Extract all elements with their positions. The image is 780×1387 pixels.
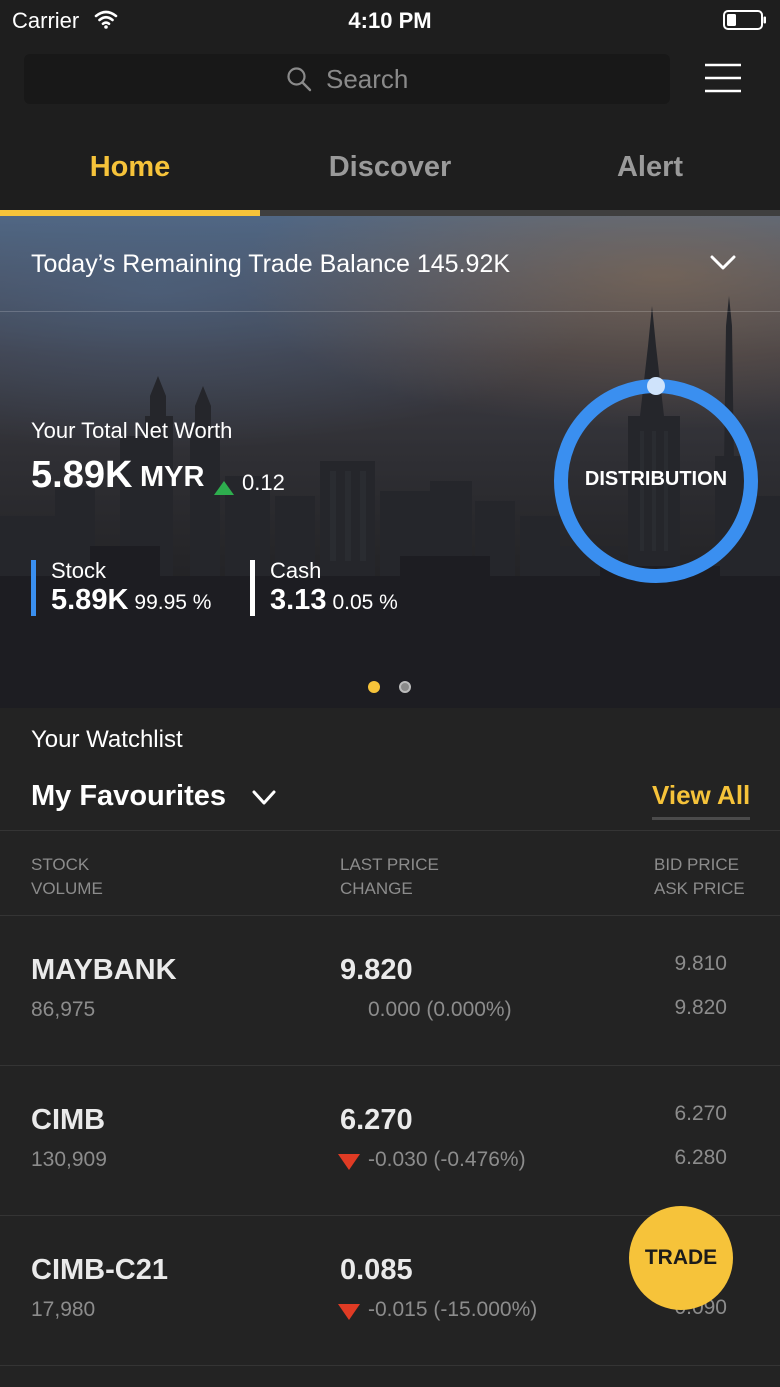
last-price: 9.820 [340, 954, 413, 986]
watchlist-table-header: STOCK VOLUME LAST PRICE CHANGE BID PRICE… [0, 830, 780, 916]
table-row[interactable]: CIMB 130,909 6.270 -0.030 (-0.476%) 6.27… [0, 1066, 780, 1216]
down-arrow-icon [338, 1304, 360, 1320]
allocation-value: 5.89K [51, 584, 129, 616]
app-header: Search Home Discover Alert [0, 40, 780, 216]
tab-home[interactable]: Home [0, 130, 260, 206]
trade-balance-row[interactable]: Today’s Remaining Trade Balance 145.92K [0, 216, 780, 312]
stock-volume: 17,980 [31, 1298, 96, 1321]
net-worth-change: 0.12 [242, 470, 285, 495]
portfolio-summary-card[interactable]: Today’s Remaining Trade Balance 145.92K … [0, 216, 780, 708]
battery-icon [723, 10, 766, 30]
table-row[interactable]: MAYBANK 86,975 9.820 0.000 (0.000%) 9.81… [0, 916, 780, 1066]
net-worth-label: Your Total Net Worth [31, 418, 233, 443]
allocation-value: 3.13 [270, 584, 327, 616]
cash-allocation: Cash 3.13 0.05 % [250, 558, 398, 616]
chevron-down-icon[interactable] [710, 254, 736, 272]
page-dot[interactable] [399, 681, 411, 693]
down-arrow-icon [338, 1154, 360, 1170]
stock-volume: 86,975 [31, 998, 96, 1021]
status-bar: Carrier 4:10 PM [0, 0, 780, 40]
watchlist-selector[interactable]: My Favourites [31, 780, 226, 813]
status-time: 4:10 PM [348, 8, 432, 33]
main-tabs: Home Discover Alert [0, 130, 780, 216]
last-price: 0.085 [340, 1254, 413, 1286]
page-dot-active[interactable] [368, 681, 380, 693]
search-icon [287, 67, 312, 92]
search-input[interactable]: Search [24, 54, 670, 104]
stock-symbol: CIMB-C21 [31, 1254, 168, 1286]
header-line: CHANGE [340, 879, 413, 898]
price-change: -0.030 (-0.476%) [368, 1148, 526, 1171]
tab-discover[interactable]: Discover [260, 130, 520, 206]
header-line: ASK PRICE [654, 879, 745, 898]
allocation-percent: 0.05 % [332, 591, 398, 614]
trade-balance-text: Today’s Remaining Trade Balance 145.92K [31, 250, 511, 278]
price-change: 0.000 (0.000%) [368, 998, 512, 1021]
header-line: STOCK [31, 855, 90, 874]
cash-allocation-bar [250, 560, 255, 616]
watchlist-title: Your Watchlist [31, 726, 183, 753]
chevron-down-icon[interactable] [252, 790, 276, 806]
bid-price: 6.270 [674, 1102, 727, 1125]
stock-allocation-bar [31, 560, 36, 616]
header-line: BID PRICE [654, 855, 740, 874]
net-worth-currency: MYR [140, 461, 205, 493]
hamburger-menu-icon[interactable] [704, 62, 742, 94]
search-placeholder: Search [326, 64, 409, 94]
stock-symbol: MAYBANK [31, 954, 177, 986]
header-line: LAST PRICE [340, 855, 439, 874]
price-change: -0.015 (-15.000%) [368, 1298, 538, 1321]
stock-volume: 130,909 [31, 1148, 107, 1171]
last-price: 6.270 [340, 1104, 413, 1136]
stock-allocation: Stock 5.89K 99.95 % [31, 558, 211, 616]
distribution-label: DISTRIBUTION [584, 468, 728, 490]
tab-alert[interactable]: Alert [520, 130, 780, 206]
col-bid-ask-header: BID PRICE ASK PRICE [654, 853, 745, 901]
ask-price: 6.280 [674, 1146, 727, 1169]
allocation-percent: 99.95 % [134, 591, 212, 614]
col-stock-header: STOCK VOLUME [31, 853, 103, 901]
allocation-label: Stock [51, 558, 107, 583]
bid-price: 9.810 [674, 952, 727, 975]
stock-symbol: CIMB [31, 1104, 106, 1136]
distribution-ring-button[interactable]: DISTRIBUTION [551, 376, 761, 586]
ask-price: 9.820 [674, 996, 727, 1019]
carousel-page-indicator[interactable] [368, 681, 416, 695]
trade-button[interactable]: TRADE [629, 1206, 733, 1310]
col-price-header: LAST PRICE CHANGE [340, 853, 439, 901]
header-line: VOLUME [31, 879, 103, 898]
net-worth-value: 5.89K [31, 454, 133, 496]
up-arrow-icon [214, 481, 234, 495]
allocation-label: Cash [270, 558, 322, 583]
view-all-link[interactable]: View All [652, 780, 751, 820]
